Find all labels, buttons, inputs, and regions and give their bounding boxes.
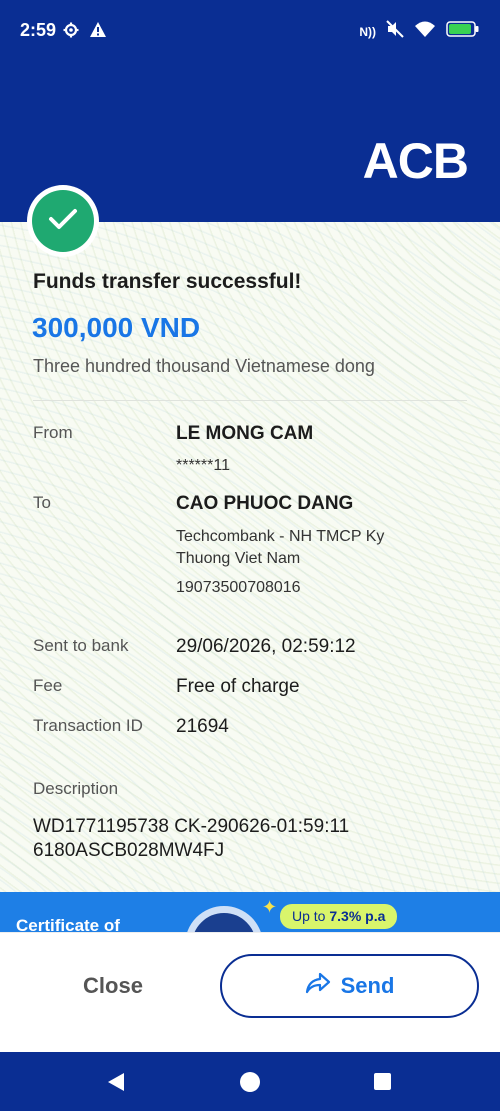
description-line2: 6180ASCB028MW4FJ: [33, 840, 225, 861]
divider: [33, 400, 467, 401]
promo-badge-prefix: Up to: [292, 908, 330, 924]
wifi-icon: [414, 20, 436, 43]
recents-icon[interactable]: [374, 1073, 391, 1090]
sparkle-icon: ✦: [262, 897, 278, 917]
nfc-icon: N)): [359, 24, 376, 39]
transaction-id-value: 21694: [176, 716, 229, 737]
success-title: Funds transfer successful!: [33, 270, 302, 293]
mute-icon: [386, 20, 404, 43]
gear-icon: [63, 22, 79, 43]
to-account: 19073500708016: [176, 579, 301, 596]
promo-rate-badge: Up to 7.3% p.a: [280, 904, 398, 929]
description-value: WD1771195738 CK-290626-01:59:11 6180ASCB…: [33, 815, 473, 863]
close-button[interactable]: Close: [22, 954, 204, 1018]
to-bank-line1: Techcombank - NH TMCP Ky: [176, 528, 385, 545]
from-account: ******11: [176, 457, 230, 474]
acb-logo: ACB: [362, 133, 469, 189]
bottom-action-bar: Close Send: [0, 932, 500, 1052]
share-icon: [305, 972, 331, 1000]
sent-to-bank-value: 29/06/2026, 02:59:12: [176, 636, 356, 657]
from-name: LE MONG CAM: [176, 423, 314, 444]
transfer-amount: 300,000 VND: [32, 312, 201, 343]
to-name: CAO PHUOC DANG: [176, 493, 354, 514]
to-bank-line2: Thuong Viet Nam: [176, 550, 301, 567]
status-icons: N)): [359, 20, 480, 43]
warning-icon: [89, 21, 107, 43]
home-icon[interactable]: [240, 1072, 260, 1092]
sent-to-bank-label: Sent to bank: [33, 636, 129, 655]
send-label: Send: [340, 973, 395, 998]
status-bar: 2:59 N)): [0, 0, 500, 62]
description-line1: WD1771195738 CK-290626-01:59:11: [33, 816, 350, 837]
back-icon[interactable]: [106, 1071, 126, 1098]
success-badge: [27, 185, 99, 257]
to-label: To: [33, 493, 51, 512]
battery-icon: [446, 20, 480, 43]
amount-in-words: Three hundred thousand Vietnamese dong: [33, 356, 375, 376]
promo-badge-rate: 7.3% p.a: [329, 908, 386, 924]
status-time: 2:59: [20, 20, 57, 40]
fee-value: Free of charge: [176, 676, 300, 697]
description-label: Description: [33, 779, 119, 798]
fee-label: Fee: [33, 676, 63, 695]
send-button[interactable]: Send: [220, 954, 479, 1018]
from-label: From: [33, 423, 73, 442]
system-nav-bar: [0, 1052, 500, 1111]
check-icon: [48, 207, 78, 236]
promo-text: Certificate of: [16, 916, 120, 932]
transaction-id-label: Transaction ID: [33, 716, 143, 735]
